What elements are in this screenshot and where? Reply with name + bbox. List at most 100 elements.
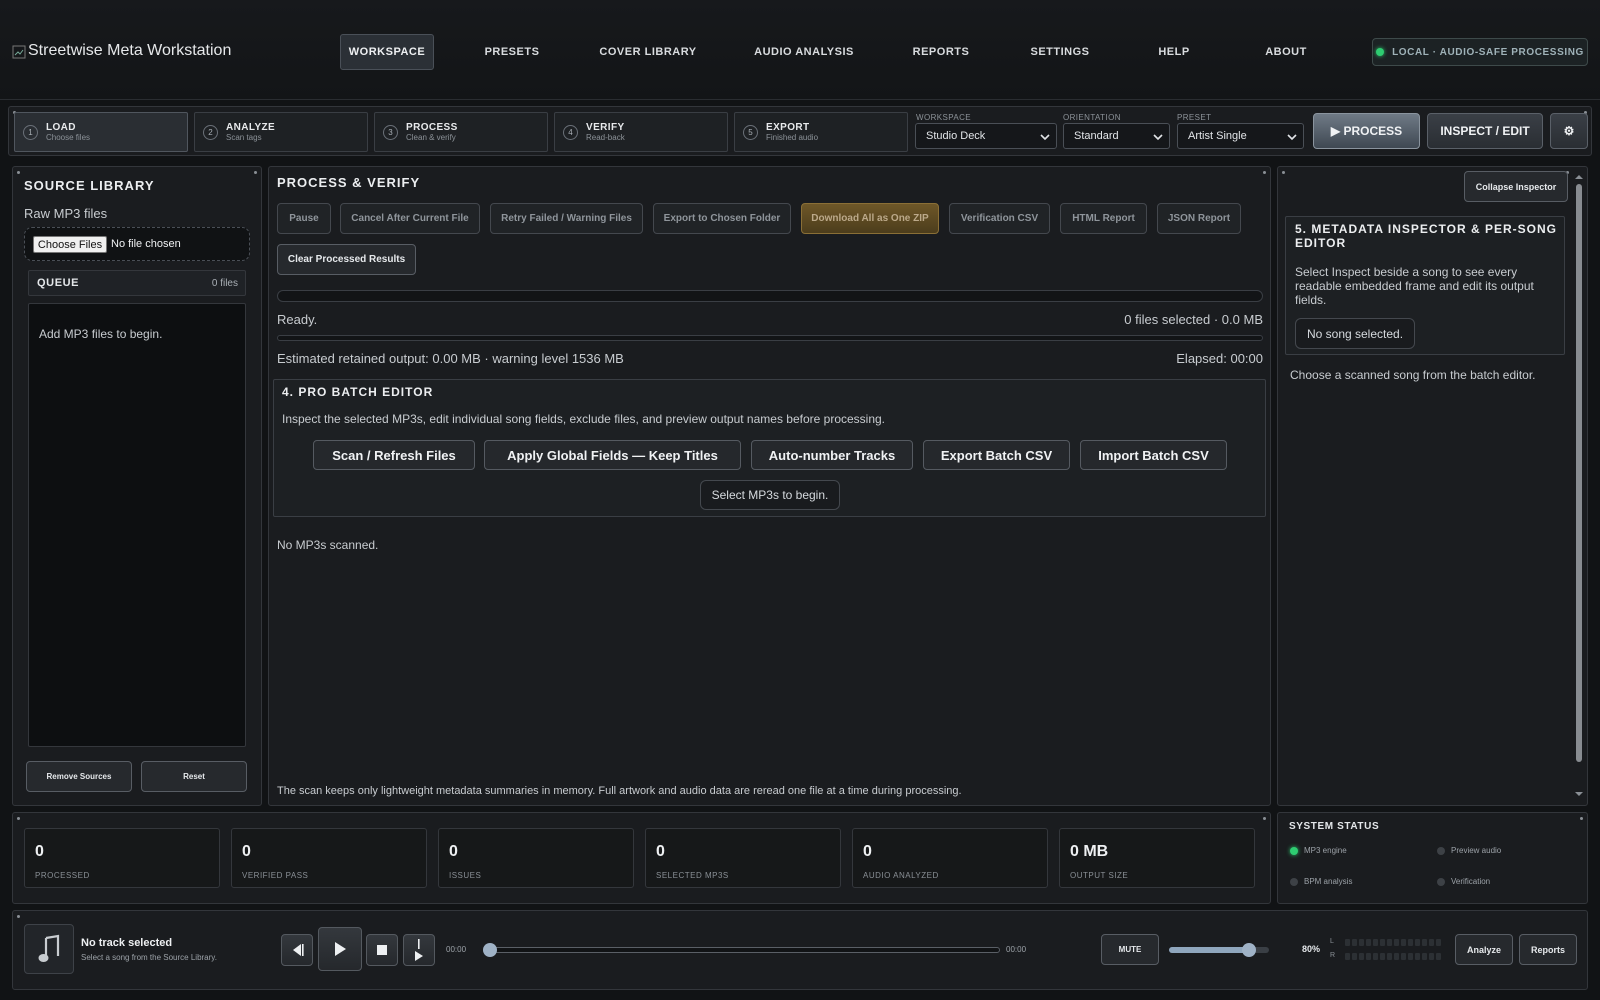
clear-results-button[interactable]: Clear Processed Results bbox=[277, 244, 416, 275]
status-text: LOCAL · AUDIO-SAFE PROCESSING bbox=[1392, 46, 1584, 58]
volume-slider[interactable] bbox=[1169, 943, 1269, 957]
mute-button[interactable]: MUTE bbox=[1101, 934, 1159, 965]
html-report-button[interactable]: HTML Report bbox=[1060, 203, 1147, 234]
progress-bar bbox=[277, 290, 1263, 302]
volume-thumb[interactable] bbox=[1242, 943, 1256, 957]
level-meter-left bbox=[1345, 939, 1441, 946]
nav-presets[interactable]: PRESETS bbox=[470, 34, 554, 70]
seek-thumb[interactable] bbox=[483, 943, 497, 957]
choose-files-button[interactable]: Choose Files bbox=[33, 236, 107, 253]
analyze-button[interactable]: Analyze bbox=[1455, 934, 1513, 965]
scroll-down-icon[interactable] bbox=[1574, 789, 1584, 799]
channel-left-label: L bbox=[1330, 938, 1334, 945]
step-title: ANALYZE bbox=[226, 122, 276, 133]
nav-reports[interactable]: REPORTS bbox=[904, 34, 978, 70]
raw-mp3-label: Raw MP3 files bbox=[24, 206, 108, 221]
reset-button[interactable]: Reset bbox=[141, 761, 247, 792]
step-load[interactable]: 1 LOAD Choose files bbox=[14, 112, 188, 152]
step-analyze[interactable]: 2 ANALYZE Scan tags bbox=[194, 112, 368, 152]
nav-help[interactable]: HELP bbox=[1144, 34, 1204, 70]
memory-bar bbox=[277, 335, 1263, 341]
remove-sources-button[interactable]: Remove Sources bbox=[26, 761, 132, 792]
collapse-inspector-button[interactable]: Collapse Inspector bbox=[1464, 171, 1568, 202]
preset-select-value: Artist Single bbox=[1188, 130, 1247, 142]
step-title: LOAD bbox=[46, 122, 76, 133]
json-report-button[interactable]: JSON Report bbox=[1157, 203, 1241, 234]
step-export[interactable]: 5 EXPORT Finished audio bbox=[734, 112, 908, 152]
inspector-scrollbar[interactable] bbox=[1574, 172, 1584, 800]
nav-audio-analysis[interactable]: AUDIO ANALYSIS bbox=[746, 34, 862, 70]
queue-list[interactable] bbox=[28, 303, 246, 747]
step-title: EXPORT bbox=[766, 122, 810, 133]
track-title: No track selected bbox=[81, 937, 173, 949]
system-item-label: Verification bbox=[1451, 877, 1491, 886]
workspace-select-label: WORKSPACE bbox=[916, 113, 972, 122]
apply-global-fields-button[interactable]: Apply Global Fields — Keep Titles bbox=[484, 440, 741, 470]
step-verify[interactable]: 4 VERIFY Read-back bbox=[554, 112, 728, 152]
music-note-icon bbox=[38, 934, 60, 962]
no-file-chosen-text: No file chosen bbox=[111, 238, 181, 250]
reports-button[interactable]: Reports bbox=[1519, 934, 1577, 965]
nav-workspace[interactable]: WORKSPACE bbox=[340, 34, 434, 70]
nav-cover-library[interactable]: COVER LIBRARY bbox=[590, 34, 706, 70]
verification-csv-button[interactable]: Verification CSV bbox=[949, 203, 1050, 234]
stat-value: 0 bbox=[863, 843, 872, 860]
workspace-select-value: Studio Deck bbox=[926, 130, 986, 142]
workspace-select[interactable]: Studio Deck bbox=[915, 123, 1057, 149]
channel-right-label: R bbox=[1330, 952, 1336, 959]
retry-failed-button[interactable]: Retry Failed / Warning Files bbox=[490, 203, 643, 234]
scroll-up-icon[interactable] bbox=[1574, 172, 1584, 182]
stat-label: PROCESSED bbox=[35, 871, 90, 880]
album-art-placeholder bbox=[24, 924, 74, 974]
stat-label: OUTPUT SIZE bbox=[1070, 871, 1129, 880]
level-meter-right bbox=[1345, 953, 1441, 960]
step-number: 2 bbox=[203, 124, 218, 140]
inspect-edit-button[interactable]: INSPECT / EDIT bbox=[1427, 113, 1543, 149]
cancel-after-current-button[interactable]: Cancel After Current File bbox=[340, 203, 480, 234]
seek-track bbox=[490, 947, 1000, 953]
stop-button[interactable] bbox=[366, 934, 398, 966]
app-title: Streetwise Meta Workstation bbox=[12, 42, 231, 60]
nav-settings[interactable]: SETTINGS bbox=[1020, 34, 1100, 70]
export-batch-csv-button[interactable]: Export Batch CSV bbox=[923, 440, 1070, 470]
import-batch-csv-button[interactable]: Import Batch CSV bbox=[1080, 440, 1227, 470]
play-icon bbox=[335, 942, 346, 956]
download-zip-button[interactable]: Download All as One ZIP bbox=[801, 203, 939, 234]
step-number: 3 bbox=[383, 124, 398, 140]
orientation-select[interactable]: Standard bbox=[1063, 123, 1170, 149]
track-subtitle: Select a song from the Source Library. bbox=[81, 953, 217, 962]
next-track-button[interactable] bbox=[403, 934, 435, 966]
select-mp3s-hint: Select MP3s to begin. bbox=[700, 480, 840, 510]
stat-value: 0 MB bbox=[1070, 843, 1109, 860]
gear-icon: ⚙ bbox=[1563, 124, 1575, 138]
seek-slider[interactable] bbox=[483, 943, 1000, 957]
settings-gear-button[interactable]: ⚙ bbox=[1550, 113, 1588, 149]
pause-button[interactable]: Pause bbox=[277, 203, 331, 234]
scrollbar-thumb[interactable] bbox=[1576, 184, 1582, 762]
no-mp3s-scanned: No MP3s scanned. bbox=[277, 538, 379, 552]
system-status-title: SYSTEM STATUS bbox=[1289, 821, 1380, 832]
step-number: 5 bbox=[743, 124, 758, 140]
previous-track-button[interactable] bbox=[281, 934, 313, 966]
preset-select[interactable]: Artist Single bbox=[1177, 123, 1304, 149]
auto-number-tracks-button[interactable]: Auto-number Tracks bbox=[751, 440, 913, 470]
batch-editor-title: 4. PRO BATCH EDITOR bbox=[282, 385, 434, 399]
inspector-description: Select Inspect beside a song to see ever… bbox=[1295, 265, 1534, 307]
stat-selected-mp3s: 0 SELECTED MP3S bbox=[645, 828, 841, 888]
inspector-hint: Choose a scanned song from the batch edi… bbox=[1290, 368, 1536, 382]
chevron-down-icon bbox=[1287, 134, 1297, 141]
scan-refresh-button[interactable]: Scan / Refresh Files bbox=[313, 440, 475, 470]
stat-value: 0 bbox=[35, 843, 44, 860]
stat-audio-analyzed: 0 AUDIO ANALYZED bbox=[852, 828, 1048, 888]
step-process[interactable]: 3 PROCESS Clean & verify bbox=[374, 112, 548, 152]
process-button[interactable]: ▶ PROCESS bbox=[1313, 113, 1420, 149]
broken-image-icon bbox=[12, 45, 26, 59]
stat-processed: 0 PROCESSED bbox=[24, 828, 220, 888]
step-number: 1 bbox=[23, 124, 38, 140]
export-to-folder-button[interactable]: Export to Chosen Folder bbox=[653, 203, 791, 234]
nav-about[interactable]: ABOUT bbox=[1254, 34, 1318, 70]
stat-value: 0 bbox=[449, 843, 458, 860]
play-button[interactable] bbox=[318, 927, 362, 971]
step-title: PROCESS bbox=[406, 122, 458, 133]
status-on-icon bbox=[1290, 846, 1298, 855]
